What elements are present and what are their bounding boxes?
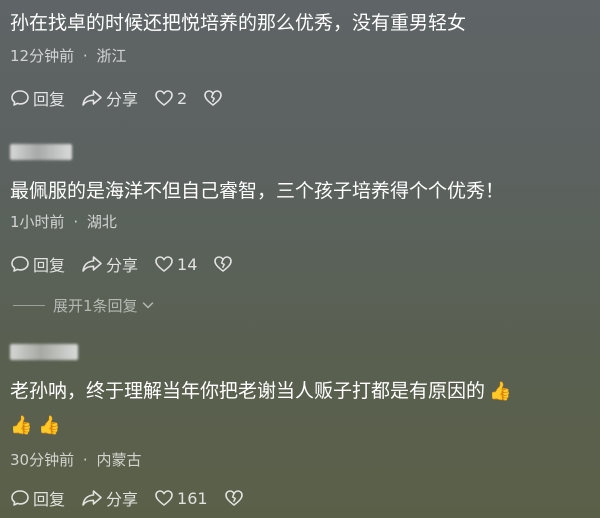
dislike-button[interactable]	[203, 88, 226, 108]
broken-heart-icon	[204, 90, 223, 106]
share-label: 分享	[106, 90, 139, 109]
reply-label: 回复	[33, 490, 66, 509]
comment-time: 1小时前	[10, 213, 65, 231]
reply-label: 回复	[33, 90, 66, 109]
comment-text: 最佩服的是海洋不但自己睿智，三个孩子培养得个个优秀！	[10, 180, 505, 202]
reply-button[interactable]: 回复	[10, 486, 65, 510]
comment-text: 孙在找卓的时候还把悦培养的那么优秀，没有重男轻女	[10, 12, 467, 34]
speech-bubble-icon	[11, 90, 29, 106]
comment-location: 内蒙古	[96, 451, 142, 469]
comment-meta: 30分钟前 · 内蒙古	[10, 450, 141, 470]
comment-time: 30分钟前	[10, 451, 75, 469]
dislike-button[interactable]	[224, 488, 247, 508]
share-button[interactable]: 分享	[81, 86, 138, 110]
comment-location: 湖北	[86, 213, 117, 231]
broken-heart-icon	[214, 256, 233, 272]
reply-button[interactable]: 回复	[10, 252, 65, 276]
like-count: 161	[177, 488, 208, 508]
thumbs-up-emoji: 👍	[10, 415, 33, 436]
like-button[interactable]: 2	[154, 88, 187, 108]
meta-separator: ·	[82, 47, 88, 65]
username-blurred[interactable]	[10, 144, 72, 160]
share-label: 分享	[106, 256, 139, 275]
heart-icon	[155, 256, 173, 272]
reply-label: 回复	[33, 256, 66, 275]
like-button[interactable]: 161	[154, 488, 208, 508]
comment-meta: 12分钟前 · 浙江	[10, 46, 126, 66]
comment-actions: 回复 分享 2	[10, 86, 242, 110]
comment-text: 老孙呐，终于理解当年你把老谢当人贩子打都是有原因的 👍	[10, 376, 511, 407]
divider-line	[13, 304, 45, 306]
heart-icon	[155, 90, 173, 106]
comment-text-body: 老孙呐，终于理解当年你把老谢当人贩子打都是有原因的	[10, 380, 486, 402]
meta-separator: ·	[82, 451, 88, 469]
expand-replies-label: 展开1条回复	[53, 296, 138, 315]
thumbs-up-emoji: 👍	[38, 415, 61, 436]
meta-separator: ·	[73, 213, 79, 231]
like-count: 2	[177, 88, 188, 108]
heart-icon	[155, 490, 173, 506]
share-label: 分享	[106, 490, 139, 509]
thumbs-up-emoji: 👍	[489, 381, 512, 402]
like-button[interactable]: 14	[154, 254, 197, 274]
comment-location: 浙江	[96, 47, 127, 65]
share-arrow-icon	[82, 90, 102, 106]
comment-actions: 回复 分享 14	[10, 252, 252, 276]
share-button[interactable]: 分享	[81, 486, 138, 510]
comment-time: 12分钟前	[10, 47, 75, 65]
like-count: 14	[177, 254, 198, 274]
comment-meta: 1小时前 · 湖北	[10, 212, 117, 232]
reply-button[interactable]: 回复	[10, 86, 65, 110]
username-blurred[interactable]	[10, 344, 78, 360]
broken-heart-icon	[224, 490, 243, 506]
dislike-button[interactable]	[213, 254, 236, 274]
share-arrow-icon	[82, 490, 102, 506]
speech-bubble-icon	[11, 256, 29, 272]
chevron-down-icon	[142, 302, 153, 309]
expand-replies-button[interactable]: 展开1条回复	[12, 294, 155, 316]
share-button[interactable]: 分享	[81, 252, 138, 276]
share-arrow-icon	[82, 256, 102, 272]
comment-actions: 回复 分享 161	[10, 486, 263, 510]
speech-bubble-icon	[11, 490, 29, 506]
comment-emoji-line: 👍 👍	[10, 410, 61, 441]
